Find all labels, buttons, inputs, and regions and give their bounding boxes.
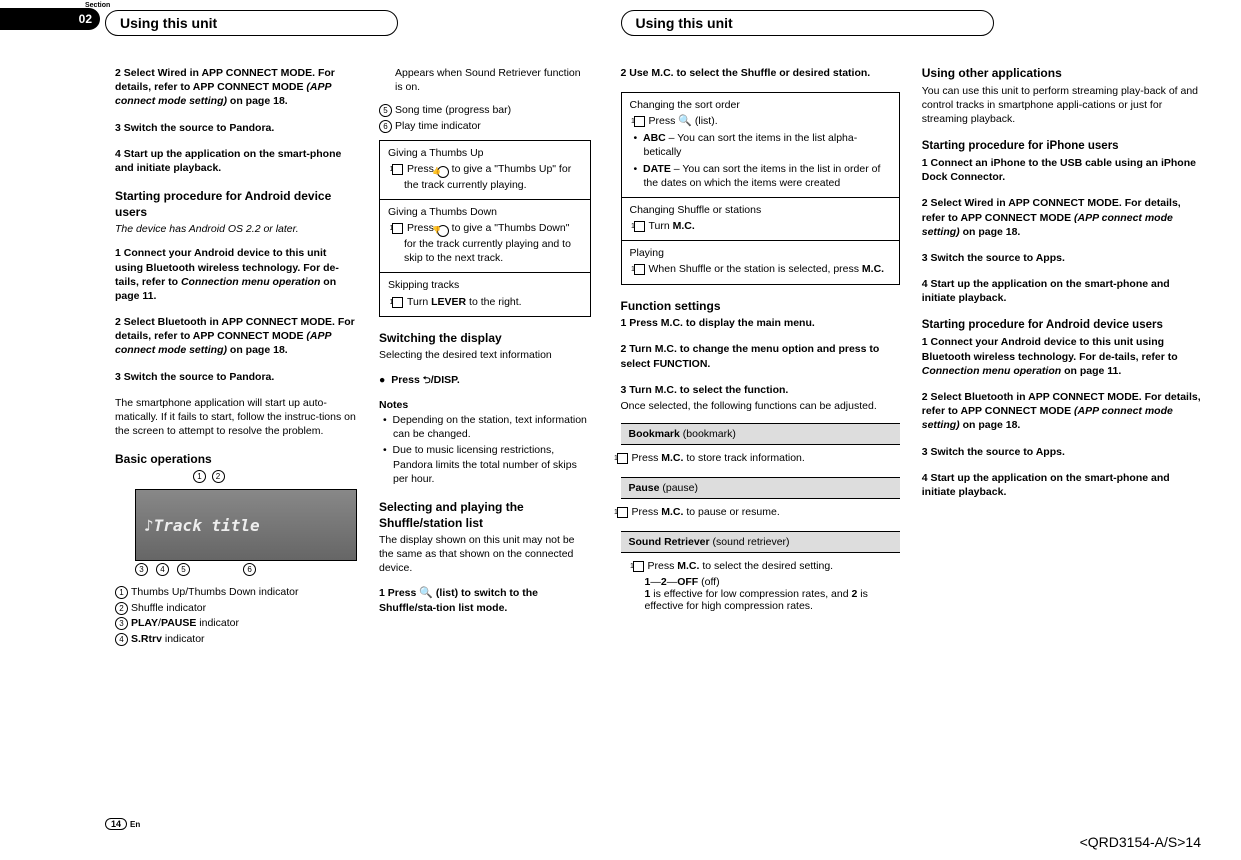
footer-code: <QRD3154-A/S>14 bbox=[1080, 834, 1201, 850]
switch-desc: Selecting the desired text information bbox=[379, 348, 591, 362]
step: 2 Select Bluetooth in APP CONNECT MODE. … bbox=[115, 315, 357, 358]
heading-other: Using other applications bbox=[922, 66, 1201, 82]
step: 1 Connect your Android device to this un… bbox=[922, 335, 1201, 378]
header-title-right: Using this unit bbox=[621, 10, 994, 36]
other-desc: You can use this unit to perform streami… bbox=[922, 84, 1201, 127]
note-item: • Due to music licensing restrictions, P… bbox=[379, 443, 591, 486]
thumbs-down-icon: 👎 bbox=[437, 225, 449, 237]
legend: 1Thumbs Up/Thumbs Down indicator 2Shuffl… bbox=[115, 586, 357, 647]
thumbs-box: Giving a Thumbs Up1Press 👍 to give a "Th… bbox=[379, 140, 591, 317]
heading-switching: Switching the display bbox=[379, 331, 591, 347]
step: 4 Start up the application on the smart-… bbox=[922, 471, 1201, 499]
legend-cont: 5Song time (progress bar) 6Play time ind… bbox=[379, 104, 591, 133]
heading-function: Function settings bbox=[621, 299, 900, 315]
function-desc: 1Press M.C. to select the desired settin… bbox=[621, 553, 900, 617]
step-desc: The smartphone application will start up… bbox=[115, 396, 357, 439]
thumbs-up-icon: 👍 bbox=[437, 166, 449, 178]
step: 2 Select Wired in APP CONNECT MODE. For … bbox=[922, 196, 1201, 239]
step: 1 Press M.C. to display the main menu. bbox=[621, 316, 900, 330]
sort-box: Changing the sort order 1Press 🔍 (list).… bbox=[621, 92, 900, 284]
column-3: 2 Use M.C. to select the Shuffle or desi… bbox=[621, 66, 900, 618]
step: 2 Select Bluetooth in APP CONNECT MODE. … bbox=[922, 390, 1201, 433]
header-title-left: Using this unit bbox=[105, 10, 398, 36]
step: 4 Start up the application on the smart-… bbox=[115, 147, 357, 175]
function-desc: 1Press M.C. to store track information. bbox=[621, 447, 900, 471]
heading-android: Starting procedure for Android device us… bbox=[115, 189, 357, 220]
function-row: Pause (pause) bbox=[621, 477, 900, 499]
shuffle-desc: The display shown on this unit may not b… bbox=[379, 533, 591, 576]
heading-iphone: Starting procedure for iPhone users bbox=[922, 140, 1201, 152]
step-desc: Once selected, the following functions c… bbox=[621, 399, 900, 413]
column-1: 2 Select Wired in APP CONNECT MODE. For … bbox=[10, 66, 357, 648]
function-desc: 1Press M.C. to pause or resume. bbox=[621, 501, 900, 525]
step: 1 Press 🔍 (list) to switch to the Shuffl… bbox=[379, 586, 591, 615]
step: ● Press ⮌/DISP. bbox=[379, 373, 591, 388]
function-row: Bookmark (bookmark) bbox=[621, 423, 900, 445]
step: 3 Switch the source to Pandora. bbox=[115, 370, 357, 384]
heading-basic: Basic operations bbox=[115, 452, 357, 468]
heading-shuffle: Selecting and playing the Shuffle/statio… bbox=[379, 500, 591, 531]
disp-icon: ⮌ bbox=[423, 375, 431, 386]
callouts-bottom: 3 4 5 6 bbox=[135, 563, 357, 576]
step: 1 Connect your Android device to this un… bbox=[115, 246, 357, 303]
column-4: Using other applications You can use thi… bbox=[922, 66, 1201, 618]
step: 2 Turn M.C. to change the menu option an… bbox=[621, 342, 900, 370]
step: 3 Turn M.C. to select the function. bbox=[621, 383, 900, 397]
right-page: Using this unit 2 Use M.C. to select the… bbox=[621, 10, 1202, 648]
step: 2 Use M.C. to select the Shuffle or desi… bbox=[621, 66, 900, 80]
step: 2 Select Wired in APP CONNECT MODE. For … bbox=[115, 66, 357, 109]
step: 1 Connect an iPhone to the USB cable usi… bbox=[922, 156, 1201, 184]
column-2: Appears when Sound Retriever function is… bbox=[379, 66, 591, 648]
page-spread: Using this unit 2 Select Wired in APP CO… bbox=[0, 0, 1241, 648]
note-item: • Depending on the station, text informa… bbox=[379, 413, 591, 441]
callouts-top: 1 2 bbox=[135, 470, 357, 483]
section-number-tab: 02 bbox=[0, 8, 100, 30]
step: 4 Start up the application on the smart-… bbox=[922, 277, 1201, 305]
android-note: The device has Android OS 2.2 or later. bbox=[115, 222, 357, 236]
page-number: 14En bbox=[105, 818, 140, 830]
notes-heading: Notes bbox=[379, 399, 591, 411]
function-row: Sound Retriever (sound retriever) bbox=[621, 531, 900, 553]
legend-cont: Appears when Sound Retriever function is… bbox=[379, 66, 591, 94]
step: 3 Switch the source to Apps. bbox=[922, 251, 1201, 265]
list-icon: 🔍 bbox=[419, 587, 433, 599]
list-icon: 🔍 bbox=[678, 115, 692, 127]
heading-android: Starting procedure for Android device us… bbox=[922, 319, 1201, 331]
step: 3 Switch the source to Apps. bbox=[922, 445, 1201, 459]
step: 3 Switch the source to Pandora. bbox=[115, 121, 357, 135]
left-page: Using this unit 2 Select Wired in APP CO… bbox=[10, 10, 591, 648]
display-screenshot: ♪Track title bbox=[135, 489, 357, 561]
